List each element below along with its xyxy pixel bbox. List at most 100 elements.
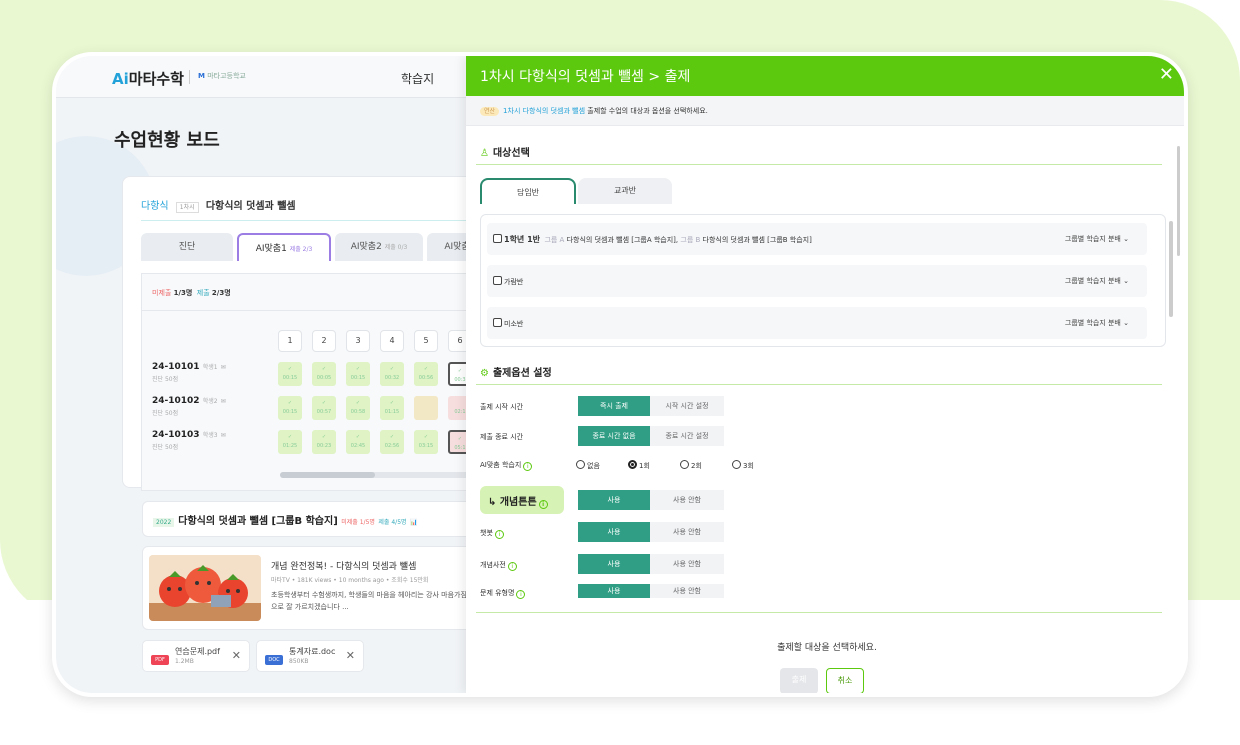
concept-label: ↳ 개념튼튼 xyxy=(488,497,537,508)
checkbox[interactable] xyxy=(493,276,502,285)
end-time-button[interactable]: 종료 시간 설정 xyxy=(650,426,724,446)
group-label: 그룹 A xyxy=(544,236,565,244)
column-number: 2 xyxy=(312,330,336,352)
distribution-select[interactable]: 그룹별 학습지 분배 ⌄ xyxy=(1065,276,1129,286)
student-row[interactable]: 24-10102 학생2 ✉ 진단 50점 xyxy=(152,396,226,417)
chatbot-nouse-button[interactable]: 사용 안함 xyxy=(650,522,724,542)
radio-thrice[interactable]: 3회 xyxy=(732,460,754,471)
answer-cell[interactable]: ✓ 01:15 xyxy=(380,396,404,420)
info-icon[interactable]: i xyxy=(494,530,504,539)
radio-circle[interactable] xyxy=(576,460,585,469)
close-icon[interactable]: ✕ xyxy=(232,649,241,662)
radio-circle[interactable] xyxy=(680,460,689,469)
answer-cell[interactable]: ✓ 03:15 xyxy=(414,430,438,454)
answer-cell[interactable]: ✓ 00:05 xyxy=(312,362,336,386)
answer-cell[interactable]: ✓ 00:56 xyxy=(414,362,438,386)
crumb-subject[interactable]: 다항식 xyxy=(141,201,169,212)
cell-time: 00:3 xyxy=(454,377,466,383)
list-scrollbar[interactable] xyxy=(1169,221,1173,317)
radio-once[interactable]: 1회 xyxy=(628,460,650,471)
checkbox[interactable] xyxy=(493,318,502,327)
file-attachment[interactable]: DOC 통계자료.doc 850KB ✕ xyxy=(256,640,364,672)
horizontal-scrollbar[interactable] xyxy=(280,472,490,478)
distribution-select[interactable]: 그룹별 학습지 분배 ⌄ xyxy=(1065,318,1129,328)
answer-cell[interactable]: ✓ 00:15 xyxy=(346,362,370,386)
tab-ai1[interactable]: AI맞춤1 제출 2/3 xyxy=(237,233,331,261)
dictionary-use-button[interactable]: 사용 xyxy=(578,554,650,574)
group-label: 그룹 B xyxy=(680,236,701,244)
crumb-tag: 1차시 xyxy=(175,202,199,213)
type-label: 문제 유형명 i xyxy=(480,588,526,599)
worksheet-item[interactable]: 2022 다항식의 덧셈과 뺄셈 [그룹B 학습지] 미제출 1/5명 제출 4/… xyxy=(142,501,476,537)
mail-icon[interactable]: ✉ xyxy=(221,364,226,371)
tab-subject-class[interactable]: 교과반 xyxy=(578,178,672,204)
mail-icon[interactable]: ✉ xyxy=(221,432,226,439)
option-label: 챗봇 xyxy=(480,529,493,537)
video-thumbnail[interactable] xyxy=(149,555,261,621)
video-card[interactable]: 개념 완전정복! - 다항식의 덧셈과 뺄셈 마타TV • 181K views… xyxy=(142,546,476,630)
notice-text: 출제할 수업의 대상과 옵션을 선택하세요. xyxy=(587,107,708,115)
divider xyxy=(476,384,1162,385)
user-icon: ♙ xyxy=(480,148,489,159)
tab-ai2[interactable]: AI맞춤2 제출 0/3 xyxy=(335,233,423,261)
radio-circle[interactable] xyxy=(628,460,637,469)
info-icon[interactable]: i xyxy=(538,500,548,509)
cell-time: 02:1 xyxy=(454,409,466,415)
answer-cell[interactable]: ✓ 00:15 xyxy=(278,362,302,386)
distribution-select[interactable]: 그룹별 학습지 분배 ⌄ xyxy=(1065,234,1129,244)
panel-scrollbar[interactable] xyxy=(1177,146,1180,256)
concept-nouse-button[interactable]: 사용 안함 xyxy=(650,490,724,510)
class-row[interactable]: 가람반 그룹별 학습지 분배 ⌄ xyxy=(487,265,1147,297)
info-icon[interactable]: i xyxy=(523,462,533,471)
student-row[interactable]: 24-10103 학생3 ✉ 진단 50점 xyxy=(152,430,226,451)
chatbot-use-button[interactable]: 사용 xyxy=(578,522,650,542)
divider xyxy=(141,220,477,221)
scrollbar-thumb[interactable] xyxy=(280,472,375,478)
school-label: 마타고등학교 xyxy=(207,72,246,80)
column-number: 4 xyxy=(380,330,404,352)
close-icon[interactable]: ✕ xyxy=(346,649,355,662)
chart-icon[interactable]: 📊 xyxy=(410,519,417,526)
video-title[interactable]: 개념 완전정복! - 다항식의 덧셈과 뺄셈 xyxy=(271,559,416,572)
type-use-button[interactable]: 사용 xyxy=(578,584,650,598)
answer-cell[interactable]: ✓ 01:25 xyxy=(278,430,302,454)
breadcrumb: 다항식 1차시 다항식의 덧셈과 뺄셈 xyxy=(141,197,296,213)
submit-button[interactable]: 출제 xyxy=(780,668,818,693)
school-name: M 마타고등학교 xyxy=(198,71,246,81)
tab-diagnosis[interactable]: 진단 xyxy=(141,233,233,261)
file-attachment[interactable]: PDF 연습문제.pdf 1.2MB ✕ xyxy=(142,640,250,672)
info-icon[interactable]: i xyxy=(507,562,517,571)
answer-cell[interactable]: ✓ 00:23 xyxy=(312,430,336,454)
info-icon[interactable]: i xyxy=(516,590,526,599)
answer-cell[interactable]: ✓ 00:58 xyxy=(346,396,370,420)
nav-worksheet[interactable]: 학습지 xyxy=(401,70,434,87)
answer-cell[interactable] xyxy=(414,396,438,420)
class-row[interactable]: 미소반 그룹별 학습지 분배 ⌄ xyxy=(487,307,1147,339)
no-end-button[interactable]: 종료 시간 없음 xyxy=(578,426,650,446)
type-nouse-button[interactable]: 사용 안함 xyxy=(650,584,724,598)
logo[interactable]: Ai마타수학 xyxy=(112,68,184,89)
start-now-button[interactable]: 즉시 출제 xyxy=(578,396,650,416)
answer-cell[interactable]: ✓ 00:32 xyxy=(380,362,404,386)
cancel-button[interactable]: 취소 xyxy=(826,668,864,693)
radio-circle[interactable] xyxy=(732,460,741,469)
close-icon[interactable]: ✕ xyxy=(1159,64,1174,85)
answer-cell[interactable]: ✓ 00:57 xyxy=(312,396,336,420)
radio-twice[interactable]: 2회 xyxy=(680,460,702,471)
answer-cell[interactable]: ✓ 02:56 xyxy=(380,430,404,454)
dictionary-nouse-button[interactable]: 사용 안함 xyxy=(650,554,724,574)
checkbox[interactable] xyxy=(493,234,502,243)
cell-time: 00:57 xyxy=(316,409,332,415)
mail-icon[interactable]: ✉ xyxy=(221,398,226,405)
tab-homeroom[interactable]: 담임반 xyxy=(480,178,576,204)
radio-none[interactable]: 없음 xyxy=(576,460,600,471)
answer-cell[interactable]: ✓ 00:15 xyxy=(278,396,302,420)
student-row[interactable]: 24-10101 학생1 ✉ 진단 50점 xyxy=(152,362,226,383)
school-icon: M xyxy=(198,72,205,80)
cell-time: 00:15 xyxy=(282,375,298,381)
answer-cell[interactable]: ✓ 02:45 xyxy=(346,430,370,454)
file-name: 연습문제.pdf xyxy=(175,647,220,656)
start-time-button[interactable]: 시작 시간 설정 xyxy=(650,396,724,416)
class-row[interactable]: 1학년 1반 그룹 A 다항식의 덧셈과 뺄셈 [그룹A 학습지], 그룹 B … xyxy=(487,223,1147,255)
concept-use-button[interactable]: 사용 xyxy=(578,490,650,510)
